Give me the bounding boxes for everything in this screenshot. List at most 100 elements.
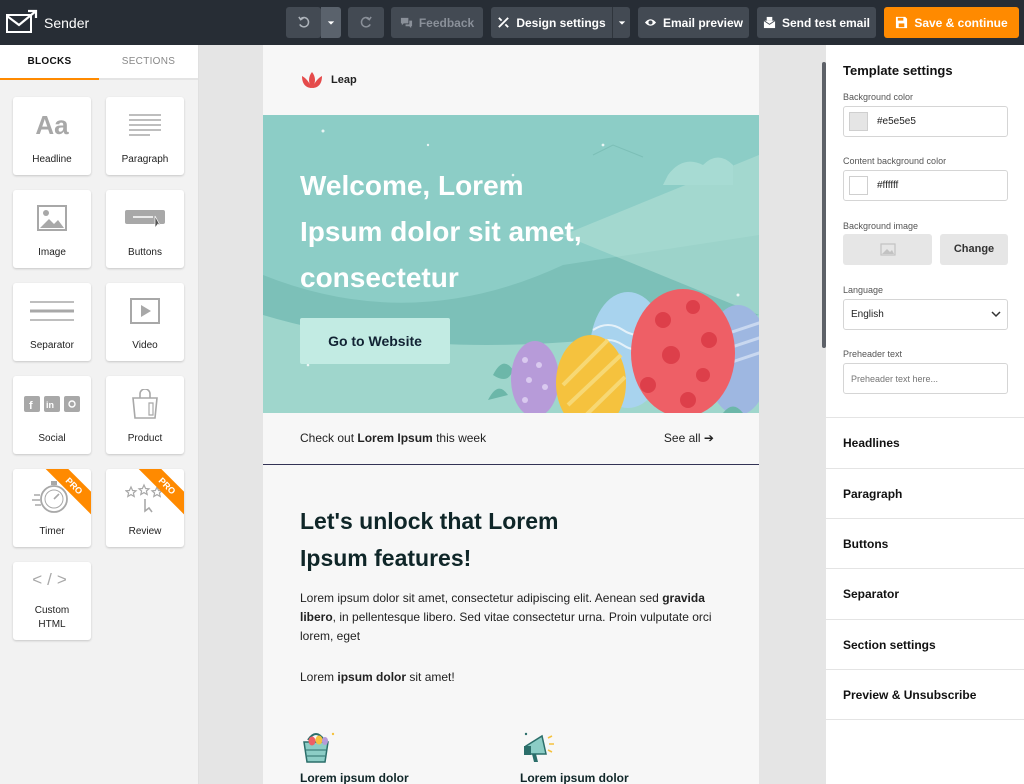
strip-text: Check out Lorem Ipsum this week bbox=[300, 431, 486, 445]
block-separator[interactable]: Separator bbox=[13, 283, 91, 361]
background-image-slot[interactable] bbox=[843, 234, 932, 265]
block-label: Separator bbox=[30, 340, 74, 351]
redo-button[interactable] bbox=[348, 7, 384, 38]
body-paragraph: Lorem ipsum dolor sit amet, consectetur … bbox=[300, 589, 720, 646]
block-label: Custom HTML bbox=[34, 605, 70, 630]
chevron-down-icon bbox=[991, 311, 1001, 318]
language-label: Language bbox=[843, 285, 884, 295]
app-name: Sender bbox=[44, 15, 90, 31]
top-bar: Sender Feedback Design settings Email pr… bbox=[0, 0, 1024, 45]
language-value: English bbox=[851, 309, 884, 320]
block-label: Buttons bbox=[128, 247, 162, 258]
section-preview-unsubscribe[interactable]: Preview & Unsubscribe bbox=[826, 669, 1024, 720]
block-timer[interactable]: Timer PRO bbox=[13, 469, 91, 547]
email-canvas: Leap Welcome, Lorem Ipsum dolor sit amet… bbox=[263, 45, 759, 784]
block-custom-html[interactable]: </> Custom HTML bbox=[13, 562, 91, 640]
image-icon bbox=[13, 200, 91, 236]
promo-strip: Check out Lorem Ipsum this week See all … bbox=[263, 413, 759, 465]
undo-dropdown-button[interactable] bbox=[321, 7, 341, 38]
section-section-settings[interactable]: Section settings bbox=[826, 619, 1024, 670]
background-image-label: Background image bbox=[843, 221, 919, 231]
feature-item: Lorem ipsum dolor bbox=[520, 728, 680, 784]
block-label: Video bbox=[132, 340, 158, 351]
social-icon: f in bbox=[13, 386, 91, 422]
tab-blocks[interactable]: BLOCKS bbox=[0, 45, 99, 80]
block-paragraph[interactable]: Paragraph bbox=[106, 97, 184, 175]
svg-text:f: f bbox=[29, 400, 33, 412]
sidebar-tabs: BLOCKS SECTIONS bbox=[0, 45, 198, 80]
feature-title: Lorem ipsum dolor bbox=[300, 771, 409, 784]
email-brand[interactable]: Leap bbox=[300, 71, 357, 89]
save-continue-button[interactable]: Save & continue bbox=[884, 7, 1019, 38]
tab-sections[interactable]: SECTIONS bbox=[99, 45, 198, 80]
block-product[interactable]: Product bbox=[106, 376, 184, 454]
block-label: Image bbox=[38, 247, 66, 258]
language-select[interactable]: English bbox=[843, 299, 1008, 330]
brand-name: Leap bbox=[331, 74, 357, 86]
headline-icon: Aa bbox=[13, 107, 91, 143]
para1-start: Lorem ipsum dolor sit amet, consectetur … bbox=[300, 591, 663, 605]
undo-button[interactable] bbox=[286, 7, 321, 38]
section-headlines[interactable]: Headlines bbox=[826, 417, 1024, 468]
separator-icon bbox=[13, 293, 91, 329]
hero-banner[interactable]: Welcome, Lorem Ipsum dolor sit amet, con… bbox=[263, 115, 759, 413]
block-video[interactable]: Video bbox=[106, 283, 184, 361]
content-background-color-swatch[interactable] bbox=[849, 176, 868, 195]
image-placeholder-icon bbox=[879, 243, 896, 256]
block-headline[interactable]: Aa Headline bbox=[13, 97, 91, 175]
go-to-website-button[interactable]: Go to Website bbox=[300, 318, 450, 364]
background-color-swatch[interactable] bbox=[849, 112, 868, 131]
design-settings-button[interactable]: Design settings bbox=[491, 7, 612, 38]
para2-bold: ipsum dolor bbox=[337, 670, 407, 684]
para1-end: , in pellentesque libero. Sed vitae cons… bbox=[300, 610, 712, 643]
block-image[interactable]: Image bbox=[13, 190, 91, 268]
section-separator[interactable]: Separator bbox=[826, 568, 1024, 619]
design-settings-dropdown[interactable] bbox=[612, 7, 630, 38]
shopping-bag-icon bbox=[106, 386, 184, 422]
logo-icon bbox=[6, 9, 38, 33]
email-preview-button[interactable]: Email preview bbox=[638, 7, 749, 38]
block-social[interactable]: f in Social bbox=[13, 376, 91, 454]
caret-down-icon bbox=[618, 20, 625, 25]
see-all-link[interactable]: See all ➔ bbox=[664, 431, 714, 445]
hero-title: Welcome, Lorem Ipsum dolor sit amet, con… bbox=[300, 170, 582, 293]
section-buttons[interactable]: Buttons bbox=[826, 518, 1024, 569]
block-review[interactable]: Review PRO bbox=[106, 469, 184, 547]
strip-prefix: Check out bbox=[300, 431, 358, 445]
feature-title: Lorem ipsum dolor bbox=[520, 771, 629, 784]
design-tools-icon bbox=[498, 17, 510, 28]
block-label: Review bbox=[128, 526, 162, 537]
background-color-field[interactable]: #e5e5e5 bbox=[843, 106, 1008, 137]
feedback-label: Feedback bbox=[418, 15, 475, 30]
send-test-email-label: Send test email bbox=[781, 15, 871, 30]
svg-text:in: in bbox=[46, 400, 54, 410]
block-label: Paragraph bbox=[121, 154, 169, 165]
chat-icon bbox=[400, 17, 412, 29]
caret-down-icon bbox=[327, 20, 335, 25]
email-preview-label: Email preview bbox=[662, 15, 744, 30]
panel-title: Template settings bbox=[843, 63, 953, 78]
blocks-sidebar: BLOCKS SECTIONS Aa Headline Paragraph Im… bbox=[0, 45, 199, 784]
feature-item: Lorem ipsum dolor bbox=[300, 728, 460, 784]
block-buttons[interactable]: Buttons bbox=[106, 190, 184, 268]
code-icon: </> bbox=[13, 566, 91, 594]
content-background-color-value: #ffffff bbox=[877, 180, 899, 191]
video-icon bbox=[106, 293, 184, 329]
envelope-send-icon bbox=[763, 16, 776, 29]
code-glyph: </> bbox=[32, 570, 72, 589]
block-label: Social bbox=[38, 433, 66, 444]
content-background-color-field[interactable]: #ffffff bbox=[843, 170, 1008, 201]
template-settings-panel: Template settings Background color #e5e5… bbox=[826, 45, 1024, 784]
easter-basket-icon bbox=[300, 728, 460, 764]
section-paragraph[interactable]: Paragraph bbox=[826, 468, 1024, 519]
change-image-button[interactable]: Change bbox=[940, 234, 1008, 265]
sender-logo[interactable]: Sender bbox=[6, 9, 89, 35]
preheader-input[interactable] bbox=[843, 363, 1008, 394]
save-icon bbox=[896, 16, 908, 29]
body-paragraph-2: Lorem ipsum dolor sit amet! bbox=[300, 670, 455, 684]
redo-icon bbox=[360, 16, 372, 28]
section-title: Let's unlock that Lorem Ipsum features! bbox=[300, 508, 559, 571]
block-label: Timer bbox=[39, 526, 65, 537]
feedback-button[interactable]: Feedback bbox=[391, 7, 483, 38]
send-test-email-button[interactable]: Send test email bbox=[757, 7, 876, 38]
